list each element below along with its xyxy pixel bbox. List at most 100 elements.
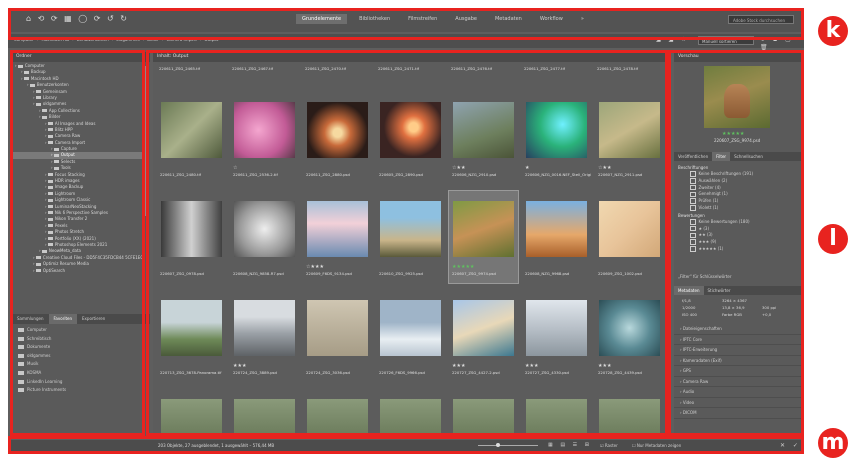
thumbnail-image[interactable]: [453, 102, 514, 158]
checkbox[interactable]: [690, 198, 696, 204]
metadata-section[interactable]: › Audio: [674, 387, 802, 398]
metadata-section[interactable]: › IPTC Core: [674, 335, 802, 345]
favorite-item[interactable]: Dokumente: [12, 343, 150, 352]
thumbnail-image[interactable]: [380, 102, 441, 158]
favorite-item[interactable]: Picture Instruments: [12, 386, 150, 395]
favorite-item[interactable]: Computer: [12, 326, 150, 335]
breadcrumb-item[interactable]: Macintosh HD: [42, 37, 70, 42]
breadcrumb-item[interactable]: Bilder: [147, 37, 159, 42]
thumbnail[interactable]: ★★★ 220727_ZSG_4330.psd: [522, 290, 591, 382]
workspace-tab[interactable]: Filmstreifen: [402, 14, 443, 24]
thumbnail-image[interactable]: [161, 399, 222, 438]
thumbnail-filename[interactable]: 220713_ZSG_3678-Panorama.tif: [160, 370, 226, 375]
thumbnail-filename[interactable]: 220608_NZG_9968.psd: [525, 271, 591, 276]
thumbnail-image[interactable]: [526, 300, 587, 356]
breadcrumb-item[interactable]: Output: [204, 37, 218, 42]
thumbnail[interactable]: 220726_F6DS_9966.psd: [376, 290, 445, 382]
thumbnail-image[interactable]: [161, 300, 222, 356]
thumbnail-partial[interactable]: [522, 389, 591, 438]
thumbnail-filename[interactable]: 220728_ZSG_4439.psd: [598, 370, 664, 375]
thumbnail-rating[interactable]: ★★★: [598, 363, 611, 369]
checkbox[interactable]: [690, 184, 696, 191]
thumbnail-rating[interactable]: ★: [525, 165, 529, 171]
thumbnail[interactable]: 220610_ZSG_9925.psd: [376, 191, 445, 283]
thumbnail[interactable]: 220611_ZSG_2480.tif: [157, 92, 226, 184]
thumbnail[interactable]: ☆ 220611_ZSG_2536-2.tif: [230, 92, 299, 184]
thumbnail-filename[interactable]: 220606_NZG_0016.NEF_Stell_Original-ferti…: [525, 172, 591, 177]
workspace-tab[interactable]: Workflow: [534, 14, 569, 24]
thumbnail-filename[interactable]: 220611_ZSG_2480.tif: [160, 172, 226, 177]
thumbnail-filename[interactable]: 220609_ZSG_1002.psd: [598, 271, 664, 276]
thumbnail-filename[interactable]: 220611_ZSG_2465.tif: [159, 66, 200, 71]
checkbox[interactable]: [690, 225, 696, 232]
metadata-section[interactable]: › GPS: [674, 366, 802, 377]
thumbnail-filename[interactable]: 220607_ZSG_0978.psd: [160, 271, 226, 276]
thumbnail[interactable]: ★220606_NZG_0016.NEF_Stell_Original-fert…: [522, 92, 591, 184]
content-scrollbar[interactable]: [666, 202, 669, 232]
thumbnail-image[interactable]: [380, 201, 441, 257]
status-bar-right-icons[interactable]: ✕ ✓: [780, 442, 801, 449]
thumbnail[interactable]: ★★★ 220727_ZSG_4427-2.psd: [449, 290, 518, 382]
favorite-item[interactable]: KOSMA: [12, 369, 150, 378]
panel-tab[interactable]: Stichwörter: [704, 286, 735, 295]
thumbnail-filename[interactable]: 220608_NZG_9858-R7.psd: [233, 271, 299, 276]
thumbnail[interactable]: 220607_ZSG_0978.psd: [157, 191, 226, 283]
thumbnail-filename[interactable]: 220611_ZSG_2478.tif: [597, 66, 638, 71]
filter-option[interactable]: ★ (3): [674, 226, 802, 233]
thumbnail-rating[interactable]: ★★★★★: [452, 264, 474, 270]
panel-tab[interactable]: Veröffentlichen: [674, 152, 712, 161]
thumbnail-size-slider-knob[interactable]: [496, 443, 500, 447]
thumbnail-rating[interactable]: ☆: [233, 165, 237, 171]
thumbnail-image[interactable]: [526, 102, 587, 158]
filter-option[interactable]: Keine Bewertungen (180): [674, 219, 802, 226]
thumbnail-filename[interactable]: 220611_ZSG_2880.psd: [306, 172, 372, 177]
favorite-item[interactable]: Musik: [12, 360, 150, 369]
metadata-section[interactable]: › IPTC-Erweiterung: [674, 345, 802, 356]
thumbnail-image[interactable]: [380, 399, 441, 438]
thumbnail-filename[interactable]: 220609_F6DS_9134.psd: [306, 271, 372, 276]
thumbnail-filename[interactable]: 220726_F6DS_9966.psd: [379, 370, 445, 375]
metadata-section[interactable]: › Video: [674, 398, 802, 408]
thumbnail-rating[interactable]: ☆★★: [598, 165, 611, 171]
thumbnail-image[interactable]: [307, 399, 368, 438]
filter-option[interactable]: Prüfen (1): [674, 198, 802, 205]
checkbox[interactable]: [690, 232, 696, 239]
grid-checkbox[interactable]: ☑ Raster: [600, 443, 618, 448]
thumbnail-rating[interactable]: ★★★: [233, 363, 246, 369]
sort-select[interactable]: Manuell sortieren: [698, 36, 754, 45]
thumbnail[interactable]: ★★★ 220728_ZSG_4439.psd: [595, 290, 664, 382]
thumbnail-filename[interactable]: 220610_ZSG_9925.psd: [379, 271, 445, 276]
breadcrumb-item[interactable]: Benutzerkonten: [77, 37, 109, 42]
checkbox[interactable]: [690, 191, 696, 198]
thumbnail-rating[interactable]: ★★★: [525, 363, 538, 369]
thumbnail-image[interactable]: [453, 300, 514, 356]
thumbnail-partial[interactable]: [595, 389, 664, 438]
filter-option[interactable]: Auswählen (2): [674, 178, 802, 185]
workspace-tab[interactable]: Grundelemente: [296, 14, 348, 24]
panel-tab[interactable]: Sammlungen: [12, 314, 49, 324]
thumbnail-image[interactable]: [526, 201, 587, 257]
view-mode-icons[interactable]: ▦ ▤ ☰ ⊞: [548, 442, 592, 448]
thumbnail-image[interactable]: [234, 201, 295, 257]
checkbox[interactable]: [690, 205, 696, 211]
filter-section-header[interactable]: Beschriftungen: [674, 164, 802, 171]
favorite-item[interactable]: LinkedIn Learning: [12, 378, 150, 387]
thumbnail-image[interactable]: [234, 300, 295, 356]
thumbnail-partial[interactable]: [449, 389, 518, 438]
filter-option[interactable]: Zweiter (4): [674, 185, 802, 192]
thumbnail-rating[interactable]: ☆★★★: [306, 264, 324, 270]
thumbnail-image[interactable]: [307, 102, 368, 158]
thumbnail-filename[interactable]: 220724_ZSG_3036.psd: [306, 370, 372, 375]
checkbox[interactable]: [690, 178, 696, 184]
breadcrumb-item[interactable]: Computer: [14, 37, 34, 42]
thumbnail-rating[interactable]: ☆★★: [452, 165, 465, 171]
thumbnail[interactable]: 220608_NZG_9968.psd: [522, 191, 591, 283]
thumbnail-rating[interactable]: ★★★: [452, 363, 465, 369]
thumbnail-image[interactable]: [234, 102, 295, 158]
filter-option[interactable]: Keine Beschriftungen (191): [674, 171, 802, 178]
thumbnail-filename[interactable]: 220611_ZSG_2476.tif: [451, 66, 492, 71]
panel-tab[interactable]: Metadaten: [674, 286, 704, 295]
thumbnail-partial[interactable]: [230, 389, 299, 438]
thumbnail[interactable]: ☆★★★ 220609_F6DS_9134.psd: [303, 191, 372, 283]
workspace-tab[interactable]: Ausgabe: [449, 14, 483, 24]
